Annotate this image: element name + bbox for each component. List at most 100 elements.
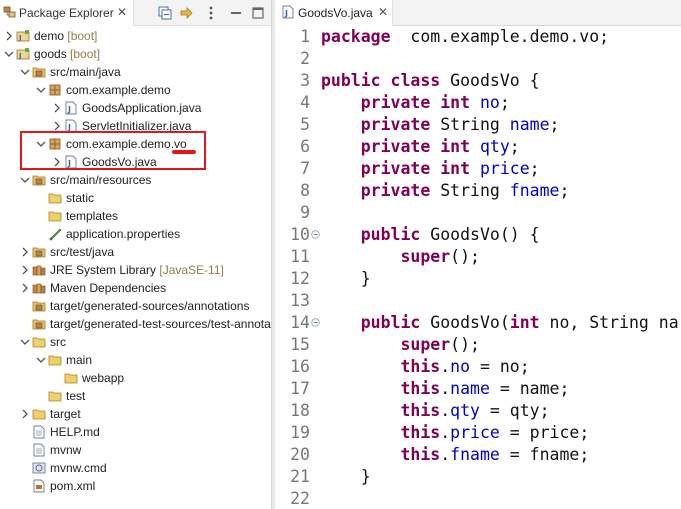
tree-item[interactable]: target [0,405,271,423]
java-editor[interactable]: J GoodsVo.java ✕ 1 package com.example.de… [275,0,681,509]
chevron-down-icon[interactable] [36,84,46,96]
java-file-icon: J [65,101,77,115]
code-line[interactable]: 6 private int qty; [275,136,681,158]
code-line[interactable]: 1 package com.example.demo.vo; [275,26,681,48]
code-token: String [430,115,510,134]
code-line[interactable]: 3 public class GoodsVo { [275,70,681,92]
fold-toggle-icon[interactable] [311,230,320,239]
code-line[interactable]: 15 super(); [275,334,681,356]
code-line[interactable]: 8 private String fname; [275,180,681,202]
tree-item[interactable]: main [0,351,271,369]
link-with-editor-icon[interactable] [179,5,195,21]
source-folder-icon [32,247,46,258]
code-token: = name; [489,379,570,398]
chevron-down-icon[interactable] [20,66,30,78]
tree-item[interactable]: test [0,387,271,405]
chevron-down-icon[interactable] [20,174,30,186]
close-icon[interactable]: ✕ [378,5,388,19]
code-line[interactable]: 2 [275,48,681,70]
tree-item[interactable]: target/generated-sources/annotations [0,297,271,315]
code-line[interactable]: 16 this.no = no; [275,356,681,378]
keyword-token: package [321,27,391,46]
code-line[interactable]: 22 [275,488,681,509]
tree-item-label: src/main/java [50,65,121,79]
code-line[interactable]: 20 this.fname = fname; [275,444,681,466]
editor-tab-goodsvo[interactable]: J GoodsVo.java ✕ [275,0,393,26]
collapse-all-icon[interactable] [157,5,173,21]
code-line[interactable]: 14 public GoodsVo(int no, String na [275,312,681,334]
project-icon: J [16,48,30,60]
tree-item-decoration: [JavaSE-11] [156,263,224,277]
package-explorer-tab[interactable]: Package Explorer ✕ [0,0,134,26]
tree-item[interactable]: mvnw [0,441,271,459]
chevron-right-icon[interactable] [20,246,30,258]
chevron-right-icon[interactable] [20,408,30,420]
tree-item-label: test [66,389,86,403]
code-line[interactable]: 11 super(); [275,246,681,268]
tree-item-label: goods [boot] [34,47,101,61]
code-line[interactable]: 9 [275,202,681,224]
line-number: 5 [300,115,310,134]
line-number: 3 [300,71,310,90]
source-folder-icon [32,67,46,78]
tree-item[interactable]: src/main/java [0,63,271,81]
code-line[interactable]: 18 this.qty = qty; [275,400,681,422]
chevron-down-icon[interactable] [4,48,14,60]
tree-item[interactable]: src/main/resources [0,171,271,189]
code-line[interactable]: 12 } [275,268,681,290]
view-menu-icon[interactable] [203,5,219,21]
code-line[interactable]: 13 [275,290,681,312]
keyword-token: super [400,247,451,266]
tree-item[interactable]: Maven Dependencies [0,279,271,297]
code-line[interactable]: 4 private int no; [275,92,681,114]
code-token: . [440,357,451,376]
code-line[interactable]: 21 } [275,466,681,488]
tree-item[interactable]: target/generated-test-sources/test-annot… [0,315,296,333]
tree-item[interactable]: src/test/java [0,243,271,261]
tree-item[interactable]: Jgoods [boot] [0,45,271,63]
close-icon[interactable]: ✕ [117,5,127,19]
tree-item[interactable]: HELP.md [0,423,271,441]
chevron-right-icon[interactable] [52,102,62,114]
tree-item-label: main [66,353,93,367]
code-text: this.price = price; [321,423,589,442]
chevron-right-icon[interactable] [4,30,14,42]
code-line[interactable]: 7 private int price; [275,158,681,180]
code-token: ; [549,115,560,134]
field-token: fname [509,181,560,200]
chevron-right-icon[interactable] [20,264,30,276]
explorer-tab-bar: Package Explorer ✕ [0,0,271,26]
code-line[interactable]: 17 this.name = name; [275,378,681,400]
tree-item[interactable]: com.example.demo [0,81,271,99]
fold-toggle-icon[interactable] [311,318,320,327]
tree-item[interactable]: src [0,333,271,351]
maximize-icon[interactable] [250,5,266,21]
minimize-icon[interactable] [228,5,244,21]
tree-item[interactable]: JRE System Library [JavaSE-11] [0,261,271,279]
code-line[interactable]: 5 private String name; [275,114,681,136]
code-line[interactable]: 10 public GoodsVo() { [275,224,681,246]
chevron-right-icon[interactable] [20,282,30,294]
tree-item[interactable]: webapp [0,369,271,387]
xml-file-icon [33,479,45,493]
tree-item[interactable]: mvnw.cmd [0,459,271,477]
code-text: } [321,467,371,486]
keyword-token: public [321,71,381,90]
tree-item[interactable]: static [0,189,271,207]
tree-item[interactable]: templates [0,207,271,225]
keyword-token: this [400,357,441,376]
chevron-down-icon[interactable] [20,336,30,348]
tree-item[interactable]: application.properties [0,225,271,243]
chevron-down-icon[interactable] [36,354,46,366]
svg-text:J: J [18,52,22,60]
tree-item[interactable]: pom.xml [0,477,271,495]
tree-item-label: mvnw [50,443,82,457]
tree-item[interactable]: J GoodsApplication.java [0,99,271,117]
code-line[interactable]: 19 this.price = price; [275,422,681,444]
tree-item[interactable]: Jdemo [boot] [0,27,271,45]
